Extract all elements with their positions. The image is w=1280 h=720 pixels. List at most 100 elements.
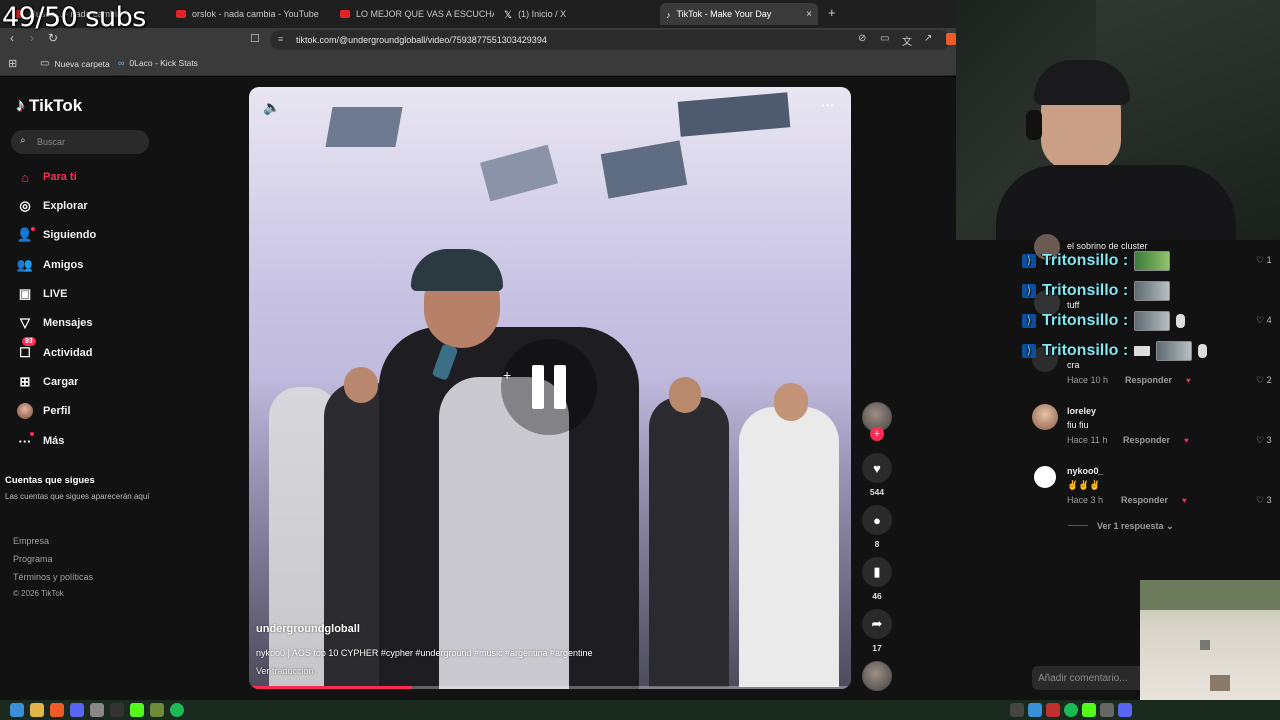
brave-icon[interactable]: [946, 33, 956, 45]
follow-plus-button[interactable]: +: [870, 427, 884, 441]
sidebar-item-amigos[interactable]: 👥 Amigos: [16, 256, 83, 274]
bookmark-icon[interactable]: ☐: [250, 32, 260, 45]
comment-like-button[interactable]: ♡ 3: [1256, 435, 1272, 446]
apps-grid-icon[interactable]: ⊞: [8, 57, 17, 70]
tray-icon[interactable]: [1100, 703, 1114, 717]
webcam-overlay: [956, 0, 1280, 240]
url-input[interactable]: ≡ tiktok.com/@undergroundgloball/video/7…: [270, 30, 950, 50]
creator-liked-icon: ♥: [1182, 496, 1187, 505]
reply-button[interactable]: Responder: [1121, 495, 1168, 505]
footer-link-terms[interactable]: Términos y políticas: [13, 572, 93, 582]
spotify-tray-icon[interactable]: [1064, 703, 1078, 717]
music-disc-button[interactable]: [862, 661, 892, 691]
more-options-icon[interactable]: ···: [821, 97, 835, 113]
view-replies-button[interactable]: Ver 1 respuesta ⌄: [1097, 521, 1174, 532]
extension-icon[interactable]: ⊘: [858, 33, 866, 44]
browser-tab[interactable]: LO MEJOR QUE VAS A ESCUCHAR HOY: [334, 3, 494, 25]
cast-icon[interactable]: ▭: [880, 33, 889, 44]
comment-username[interactable]: nykoo0_: [1067, 466, 1104, 476]
footer-link-program[interactable]: Programa: [13, 554, 53, 564]
spotify-icon[interactable]: [170, 703, 184, 717]
sidebar-item-live[interactable]: ▣ LIVE: [16, 285, 68, 303]
translate-icon[interactable]: 文: [902, 33, 912, 48]
tab-label: (1) Inicio / X: [518, 9, 567, 19]
see-translation-link[interactable]: Ver traducción: [256, 666, 314, 676]
sidebar-item-para-ti[interactable]: ⌂ Para ti: [16, 168, 77, 186]
chat-username: Tritonsillo :: [1042, 252, 1129, 269]
avatar: [1032, 464, 1058, 490]
tiktok-logo[interactable]: ♪ TikTok: [16, 95, 82, 116]
sidebar-item-mas[interactable]: ··· Más: [16, 432, 64, 450]
new-tab-button[interactable]: +: [828, 5, 836, 20]
reload-icon[interactable]: ↻: [48, 31, 58, 45]
comment-like-button[interactable]: ♡ 2: [1256, 375, 1272, 386]
bookmark-folder[interactable]: ▭ Nueva carpeta: [40, 58, 110, 69]
kick-icon[interactable]: [130, 703, 144, 717]
minecraft-icon[interactable]: [150, 703, 164, 717]
search-input[interactable]: ⌕ Buscar: [11, 130, 149, 154]
forward-icon[interactable]: ›: [30, 31, 34, 45]
comment-text: fiu fiu: [1067, 420, 1089, 430]
pause-button[interactable]: [501, 339, 597, 435]
sidebar-item-actividad[interactable]: ☐ 93 Actividad: [16, 337, 93, 362]
sidebar-item-label: Mensajes: [43, 317, 93, 329]
bookmark-link[interactable]: ∞ 0Laco - Kick Stats: [118, 58, 198, 68]
tray-icon[interactable]: [1046, 703, 1060, 717]
video-caption: nykoo0 | AOS top 10 CYPHER #cypher #unde…: [256, 648, 593, 658]
discord-tray-icon[interactable]: [1118, 703, 1132, 717]
sidebar-item-siguiendo[interactable]: 👤 Siguiendo: [16, 226, 96, 244]
reply-button[interactable]: Responder: [1125, 375, 1172, 385]
video-author[interactable]: undergroundgloball: [256, 623, 360, 635]
kick-badge-icon: ⟩: [1022, 284, 1036, 298]
brave-icon[interactable]: [50, 703, 64, 717]
share-button[interactable]: ➦ 17: [862, 609, 892, 653]
site-info-icon[interactable]: ≡: [278, 34, 283, 44]
comment-like-button[interactable]: ♡ 3: [1256, 495, 1272, 506]
comment-count: 8: [874, 539, 880, 549]
emote-icon: [1134, 311, 1171, 331]
comment-button[interactable]: ● 8: [862, 505, 892, 549]
discord-icon[interactable]: [70, 703, 84, 717]
crowd-head: [669, 377, 701, 413]
chat-message: ⟩ Tritonsillo :: [1022, 251, 1171, 271]
home-icon: ⌂: [21, 169, 29, 185]
sidebar-item-cargar[interactable]: ⊞ Cargar: [16, 373, 79, 391]
video-progress-bar[interactable]: [249, 686, 851, 689]
tab-label: TikTok - Make Your Day: [676, 9, 772, 19]
comment-like-button[interactable]: ♡ 1: [1256, 255, 1272, 266]
close-tab-icon[interactable]: ×: [806, 9, 812, 20]
file-explorer-icon[interactable]: [30, 703, 44, 717]
comment-text: ✌️✌️✌️: [1067, 480, 1101, 490]
tray-icon[interactable]: [1028, 703, 1042, 717]
bookmarks-bar: ⊞ ▭ Nueva carpeta ∞ 0Laco - Kick Stats: [0, 52, 956, 76]
footer-link-company[interactable]: Empresa: [13, 536, 49, 546]
notification-badge: 93: [22, 337, 36, 346]
comment-username[interactable]: el sobrino de cluster: [1067, 241, 1148, 251]
sidebar-item-label: Más: [43, 435, 65, 447]
game-overlay: [1140, 580, 1280, 700]
browser-tab-active[interactable]: ♪ TikTok - Make Your Day ×: [660, 3, 818, 25]
share-icon[interactable]: ↗: [924, 33, 932, 44]
app-icon[interactable]: [110, 703, 124, 717]
back-icon[interactable]: ‹: [10, 31, 14, 45]
sidebar-item-label: LIVE: [43, 288, 68, 300]
app-icon[interactable]: [90, 703, 104, 717]
sidebar-item-explorar[interactable]: ◎ Explorar: [16, 197, 87, 215]
sidebar-item-perfil[interactable]: Perfil: [16, 402, 71, 420]
video-player[interactable]: 🔈 ··· + undergroundgloball nykoo0 | AOS …: [249, 87, 851, 689]
chat-username: Tritonsillo :: [1042, 282, 1129, 299]
comment-like-count: 2: [1266, 375, 1272, 385]
comment-like-button[interactable]: ♡ 4: [1256, 315, 1272, 326]
comment-username[interactable]: loreley: [1067, 406, 1096, 416]
like-button[interactable]: ♥ 544: [862, 453, 892, 497]
browser-tab[interactable]: 𝕏 (1) Inicio / X: [498, 3, 656, 25]
tray-icon[interactable]: [1010, 703, 1024, 717]
browser-tab[interactable]: orslok - nada cambia - YouTube: [170, 3, 330, 25]
reply-button[interactable]: Responder: [1123, 435, 1170, 445]
save-button[interactable]: ▮ 46: [862, 557, 892, 601]
start-icon[interactable]: [10, 703, 24, 717]
volume-icon[interactable]: 🔈: [263, 99, 280, 116]
tray-icon[interactable]: [1082, 703, 1096, 717]
comment-text: tuff: [1067, 300, 1080, 310]
sidebar-item-mensajes[interactable]: ▽ Mensajes: [16, 314, 93, 332]
